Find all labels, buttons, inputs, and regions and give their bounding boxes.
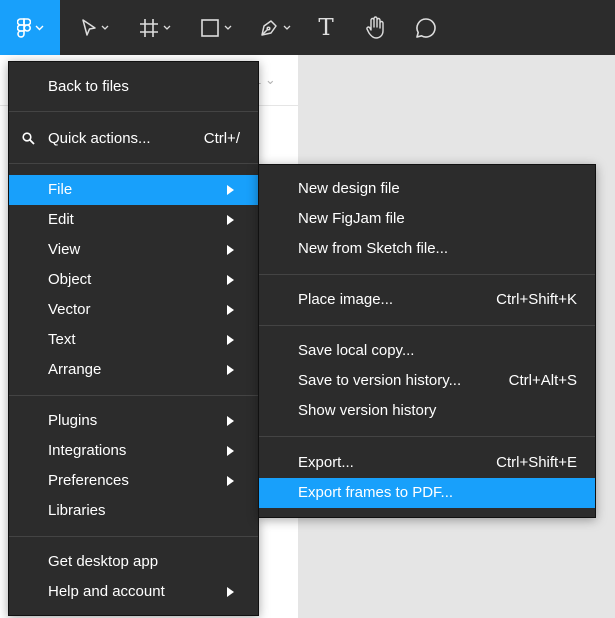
quick-actions-item[interactable]: Quick actions... Ctrl+/ xyxy=(9,124,258,154)
menu-item-label: New FigJam file xyxy=(298,210,405,227)
menu-item-label: Export... xyxy=(298,454,354,471)
menu-item-help-and-account[interactable]: Help and account xyxy=(9,577,258,607)
shortcut-label: Ctrl+/ xyxy=(203,130,240,147)
submenu-arrow-icon xyxy=(227,335,234,345)
menu-item-label: Export frames to PDF... xyxy=(298,484,454,501)
shortcut-label: Ctrl+Shift+E xyxy=(496,454,577,471)
menu-item-label: Quick actions... xyxy=(48,130,151,147)
menu-item-vector[interactable]: Vector xyxy=(9,295,258,325)
comment-tool-button[interactable] xyxy=(410,0,442,55)
frame-tool-button[interactable] xyxy=(130,0,180,55)
chevron-down-icon xyxy=(283,25,291,30)
submenu-arrow-icon xyxy=(227,305,234,315)
new-figjam-file-item[interactable]: New FigJam file xyxy=(259,204,595,234)
menu-item-label: Libraries xyxy=(48,502,106,519)
submenu-arrow-icon xyxy=(227,446,234,456)
export-item[interactable]: Export... Ctrl+Shift+E xyxy=(259,448,595,478)
move-tool-button[interactable] xyxy=(70,0,120,55)
back-to-files-item[interactable]: Back to files xyxy=(9,72,258,102)
menu-item-label: Help and account xyxy=(48,583,165,600)
menu-item-label: Save to version history... xyxy=(298,372,462,389)
shape-tool-button[interactable] xyxy=(190,0,242,55)
figma-logo-icon xyxy=(16,17,31,38)
menu-item-view[interactable]: View xyxy=(9,235,258,265)
comment-icon xyxy=(415,17,437,39)
menu-item-label: Arrange xyxy=(48,361,102,378)
menu-divider xyxy=(259,436,595,437)
menu-divider xyxy=(259,274,595,275)
menu-divider xyxy=(9,536,258,537)
file-submenu: New design file New FigJam file New from… xyxy=(258,164,596,518)
toolbar: T xyxy=(0,0,615,55)
menu-item-label: Text xyxy=(48,331,76,348)
frame-hash-icon xyxy=(139,18,159,38)
new-from-sketch-file-item[interactable]: New from Sketch file... xyxy=(259,234,595,264)
menu-item-text[interactable]: Text xyxy=(9,325,258,355)
menu-item-label: File xyxy=(48,181,73,198)
menu-item-label: Vector xyxy=(48,301,91,318)
shortcut-label: Ctrl+Alt+S xyxy=(508,372,577,389)
menu-item-plugins[interactable]: Plugins xyxy=(9,406,258,436)
menu-item-label: View xyxy=(48,241,81,258)
menu-item-label: Object xyxy=(48,271,92,288)
chevron-down-icon xyxy=(224,25,232,30)
menu-item-label: Preferences xyxy=(48,472,129,489)
hand-icon xyxy=(365,15,387,40)
menu-item-label: New from Sketch file... xyxy=(298,240,449,257)
pen-icon xyxy=(259,18,279,38)
menu-item-label: Plugins xyxy=(48,412,98,429)
menu-item-label: Edit xyxy=(48,211,74,228)
menu-divider xyxy=(9,395,258,396)
submenu-arrow-icon xyxy=(227,587,234,597)
menu-item-label: Place image... xyxy=(298,291,394,308)
pen-tool-button[interactable] xyxy=(250,0,300,55)
menu-item-integrations[interactable]: Integrations xyxy=(9,436,258,466)
show-version-history-item[interactable]: Show version history xyxy=(259,396,595,426)
menu-item-file[interactable]: File xyxy=(9,175,258,205)
menu-item-edit[interactable]: Edit xyxy=(9,205,258,235)
main-menu-button[interactable] xyxy=(0,0,60,55)
hand-tool-button[interactable] xyxy=(360,0,392,55)
save-local-copy-item[interactable]: Save local copy... xyxy=(259,336,595,366)
menu-item-arrange[interactable]: Arrange xyxy=(9,355,258,385)
menu-item-get-desktop-app[interactable]: Get desktop app xyxy=(9,547,258,577)
submenu-arrow-icon xyxy=(227,365,234,375)
text-tool-button[interactable]: T xyxy=(310,0,342,55)
submenu-arrow-icon xyxy=(227,185,234,195)
rectangle-icon xyxy=(200,18,220,38)
menu-item-label: New design file xyxy=(298,180,400,197)
search-icon xyxy=(22,132,35,149)
menu-item-object[interactable]: Object xyxy=(9,265,258,295)
chevron-down-icon xyxy=(163,25,171,30)
menu-divider xyxy=(9,111,258,112)
menu-item-label: Get desktop app xyxy=(48,553,159,570)
save-to-version-history-item[interactable]: Save to version history... Ctrl+Alt+S xyxy=(259,366,595,396)
menu-item-label: Show version history xyxy=(298,402,437,419)
submenu-arrow-icon xyxy=(227,245,234,255)
menu-divider xyxy=(9,163,258,164)
chevron-down-icon xyxy=(35,25,44,31)
main-menu: Back to files Quick actions... Ctrl+/ Fi… xyxy=(8,61,259,616)
shortcut-label: Ctrl+Shift+K xyxy=(496,291,577,308)
submenu-arrow-icon xyxy=(227,476,234,486)
submenu-arrow-icon xyxy=(227,275,234,285)
menu-item-preferences[interactable]: Preferences xyxy=(9,466,258,496)
move-cursor-icon xyxy=(81,18,97,37)
new-design-file-item[interactable]: New design file xyxy=(259,174,595,204)
menu-item-label: Integrations xyxy=(48,442,127,459)
text-tool-icon: T xyxy=(318,14,334,41)
submenu-arrow-icon xyxy=(227,416,234,426)
submenu-arrow-icon xyxy=(227,215,234,225)
menu-item-label: Save local copy... xyxy=(298,342,415,359)
menu-item-label: Back to files xyxy=(48,78,129,95)
chevron-down-icon xyxy=(101,25,109,30)
menu-divider xyxy=(259,325,595,326)
place-image-item[interactable]: Place image... Ctrl+Shift+K xyxy=(259,285,595,315)
export-frames-to-pdf-item[interactable]: Export frames to PDF... xyxy=(259,478,595,508)
menu-item-libraries[interactable]: Libraries xyxy=(9,496,258,526)
